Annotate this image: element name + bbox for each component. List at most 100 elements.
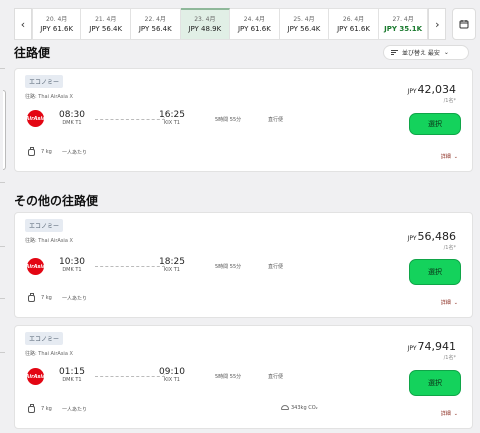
airline-label: 往路: Thai AirAsia X	[25, 94, 73, 100]
departure-time: 10:30	[59, 257, 85, 267]
departure-airport: DMK T1	[62, 377, 82, 383]
side-panel-handle[interactable]	[3, 90, 6, 170]
arrival-airport: KIX T1	[163, 377, 180, 383]
co2-value: 343kg CO₂	[291, 405, 318, 411]
departure-airport: DMK T1	[62, 267, 82, 273]
next-dates-button[interactable]: ›	[428, 8, 447, 40]
flight-price: JPY74,941	[408, 340, 456, 353]
date-label: 23. 4月	[194, 16, 216, 23]
price-amount: 74,941	[417, 340, 457, 353]
select-button[interactable]: 選択	[409, 370, 461, 396]
date-option-selected[interactable]: 23. 4月 JPY 48.9K	[180, 8, 231, 40]
arrival-time: 09:10	[159, 367, 185, 377]
flight-stops: 直行便	[268, 117, 284, 123]
date-label: 22. 4月	[144, 15, 166, 23]
departure: 08:30 DMK T1	[59, 110, 85, 127]
baggage-allowance: 7 kg	[41, 295, 52, 301]
co2-emissions: 343kg CO₂	[281, 405, 318, 411]
cabin-badge: エコノミー	[25, 75, 64, 88]
flight-price: JPY56,486	[408, 230, 456, 243]
airline-logo: AirAsia	[26, 258, 46, 275]
date-label: 27. 4月	[392, 15, 414, 23]
select-button[interactable]: 選択	[409, 259, 461, 285]
calendar-button[interactable]	[452, 8, 477, 40]
date-option[interactable]: 22. 4月 JPY 56.4K	[130, 8, 181, 40]
left-edge-panel	[0, 0, 8, 433]
baggage-per-person: 一人あたり	[62, 150, 88, 156]
date-label: 20. 4月	[46, 15, 68, 23]
chevron-down-icon: ⌄	[453, 300, 458, 306]
price-per-person: /1名*	[443, 245, 456, 251]
airline-label: 往路: Thai AirAsia X	[25, 351, 73, 357]
departure-time: 01:15	[59, 367, 85, 377]
arrival: 18:25 KIX T1	[159, 257, 185, 274]
price-per-person: /1名*	[443, 98, 456, 104]
date-price: JPY 56.4K	[138, 24, 172, 33]
baggage-per-person: 一人あたり	[62, 296, 88, 302]
price-per-person: /1名*	[443, 355, 456, 361]
departure-time: 08:30	[59, 110, 85, 120]
prev-dates-button[interactable]: ‹	[14, 8, 32, 40]
chevron-left-icon: ‹	[20, 17, 26, 31]
flight-duration: 5時間 55分	[215, 264, 242, 270]
price-currency: JPY	[407, 88, 417, 95]
arrival-airport: KIX T1	[163, 120, 180, 126]
route-line	[95, 376, 165, 377]
departure-airport: DMK T1	[62, 120, 82, 126]
divider	[0, 298, 5, 299]
date-label: 24. 4月	[243, 15, 266, 23]
divider	[0, 182, 5, 183]
flight-price: JPY42,034	[408, 83, 456, 96]
sort-icon	[391, 49, 398, 56]
price-amount: 56,486	[417, 230, 457, 243]
arrival-time: 18:25	[159, 257, 185, 267]
date-price: JPY 35.1K	[384, 24, 423, 33]
departure: 01:15 DMK T1	[59, 367, 85, 384]
date-option[interactable]: 26. 4月 JPY 61.6K	[329, 8, 379, 40]
arrival-airport: KIX T1	[163, 267, 180, 273]
section-title-other: その他の往路便	[14, 194, 99, 208]
baggage-icon	[28, 404, 35, 413]
route-line	[95, 266, 165, 267]
calendar-icon	[459, 20, 469, 29]
flight-card[interactable]: エコノミー 往路: Thai AirAsia X AirAsia 10:30 D…	[14, 212, 473, 318]
details-link[interactable]: 詳細 ⌄	[441, 410, 458, 417]
airline-label: 往路: Thai AirAsia X	[25, 238, 73, 244]
date-price: JPY 61.6K	[237, 24, 271, 33]
date-price: JPY 56.4K	[89, 24, 123, 33]
date-price: JPY 61.6K	[337, 24, 370, 33]
flight-card[interactable]: エコノミー 往路: Thai AirAsia X AirAsia 08:30 D…	[14, 68, 473, 172]
baggage-icon	[28, 293, 35, 302]
airline-logo: AirAsia	[26, 110, 46, 127]
price-amount: 42,034	[417, 83, 457, 96]
price-currency: JPY	[407, 235, 417, 242]
chevron-down-icon: ⌄	[453, 411, 458, 417]
arrival: 09:10 KIX T1	[159, 367, 185, 384]
baggage-allowance: 7 kg	[41, 149, 52, 155]
cloud-icon	[281, 405, 289, 410]
date-label: 25. 4月	[293, 15, 315, 23]
arrival: 16:25 KIX T1	[159, 110, 185, 127]
date-option[interactable]: 24. 4月 JPY 61.6K	[230, 8, 280, 40]
flight-duration: 5時間 55分	[215, 374, 242, 380]
date-option[interactable]: 25. 4月 JPY 56.4K	[279, 8, 330, 40]
date-option[interactable]: 21. 4月 JPY 56.4K	[81, 8, 131, 40]
details-link[interactable]: 詳細 ⌄	[441, 153, 458, 160]
date-price: JPY 48.9K	[188, 25, 222, 33]
date-option[interactable]: 20. 4月 JPY 61.6K	[31, 8, 82, 40]
section-title-outbound: 往路便	[14, 46, 51, 60]
details-label: 詳細	[440, 411, 451, 417]
details-label: 詳細	[440, 154, 451, 160]
details-link[interactable]: 詳細 ⌄	[441, 299, 458, 306]
price-currency: JPY	[407, 345, 417, 352]
flight-stops: 直行便	[268, 264, 284, 270]
date-price: JPY 61.6K	[40, 24, 74, 33]
flight-card[interactable]: エコノミー 往路: Thai AirAsia X AirAsia 01:15 D…	[14, 325, 473, 429]
divider	[0, 246, 5, 247]
sort-dropdown[interactable]: 並び替え 最安 ⌄	[383, 45, 469, 60]
flight-stops: 直行便	[268, 374, 284, 380]
date-option-cheapest[interactable]: 27. 4月 JPY 35.1K	[378, 8, 429, 40]
select-button[interactable]: 選択	[409, 113, 461, 135]
airline-logo: AirAsia	[26, 368, 46, 385]
baggage-icon	[28, 147, 35, 156]
